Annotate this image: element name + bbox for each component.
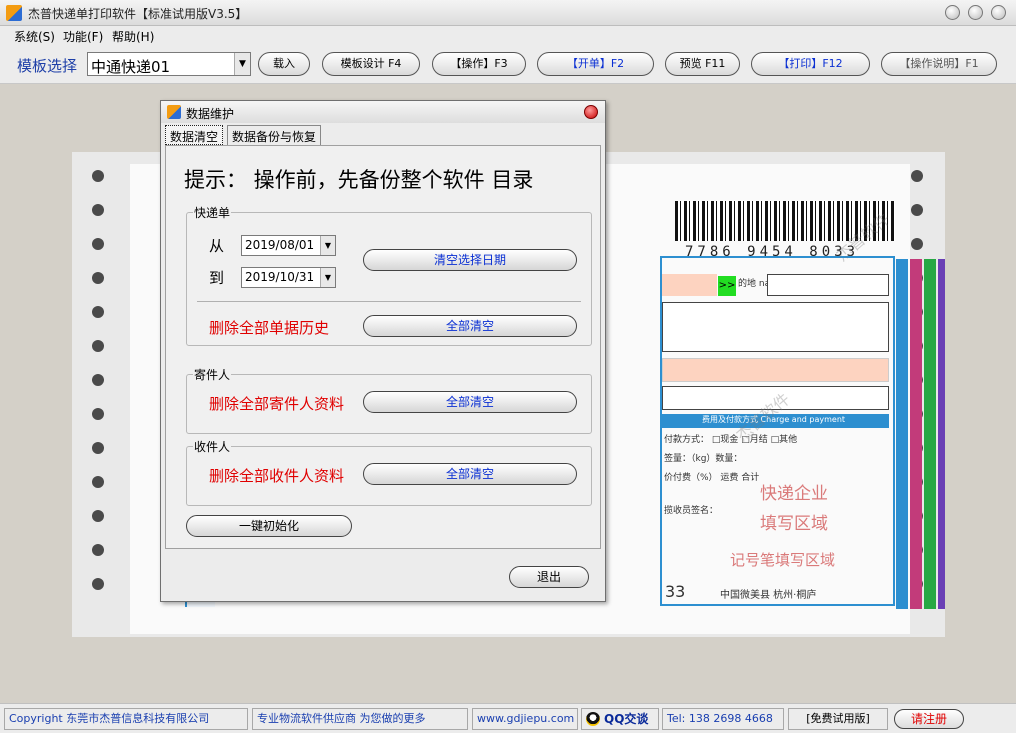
tip-text: 提示： 操作前，先备份整个软件 目录 — [184, 168, 534, 192]
clear-receiver-button[interactable]: 全部清空 — [363, 463, 577, 485]
dest-input — [767, 274, 889, 296]
preview-button[interactable]: 预览 F11 — [665, 52, 740, 76]
qq-label: QQ交谈 — [604, 712, 649, 726]
menu-system[interactable]: 系统(S) — [14, 28, 55, 45]
template-select-value: 中通快递01 — [91, 58, 171, 76]
chevron-down-icon[interactable]: ▼ — [234, 53, 250, 75]
receiver-group: 收件人 删除全部收件人资料 全部清空 — [186, 438, 592, 506]
register-button[interactable]: 请注册 — [894, 709, 964, 729]
title-bar: 杰普快递单打印软件【标准试用版V3.5】 — [0, 0, 1016, 26]
to-label: 到 — [209, 269, 225, 287]
delete-receiver-label: 删除全部收件人资料 — [209, 467, 345, 485]
website-link[interactable]: www.gdjiepu.com — [472, 708, 578, 730]
new-order-button[interactable]: 【开单】F2 — [537, 52, 654, 76]
courier-area-text: 快递企业 — [760, 484, 828, 504]
delete-sender-label: 删除全部寄件人资料 — [209, 395, 345, 413]
from-date-value: 2019/08/01 — [245, 238, 315, 252]
status-bar: Copyright 东莞市杰普信息科技有限公司 专业物流软件供应商 为您做的更多… — [0, 703, 1016, 733]
minimize-button[interactable] — [945, 5, 960, 20]
bottom-brand: 中国微美县 杭州·桐庐 — [720, 590, 817, 601]
dialog-close-button[interactable] — [584, 105, 598, 119]
bill-number: 33 — [665, 582, 686, 601]
tab-backup-restore[interactable]: 数据备份与恢复 — [227, 125, 322, 145]
slogan-text: 专业物流软件供应商 为您做的更多 — [252, 708, 468, 730]
address-input — [662, 302, 889, 352]
to-date-picker[interactable]: 2019/10/31 ▼ — [241, 267, 336, 288]
close-button[interactable] — [991, 5, 1006, 20]
one-click-init-button[interactable]: 一键初始化 — [186, 515, 352, 537]
payment-line: 签量：（kg）数量： — [664, 454, 743, 464]
sender-group: 寄件人 删除全部寄件人资料 全部清空 — [186, 366, 592, 434]
help-doc-button[interactable]: 【操作说明】F1 — [881, 52, 997, 76]
chevron-down-icon[interactable]: ▼ — [320, 236, 335, 255]
menu-function[interactable]: 功能(F) — [63, 28, 103, 45]
template-select[interactable]: 中通快递01 ▼ — [87, 52, 251, 76]
to-date-value: 2019/10/31 — [245, 270, 315, 284]
company-field — [662, 358, 889, 382]
template-design-button[interactable]: 模板设计 F4 — [322, 52, 420, 76]
clear-sender-button[interactable]: 全部清空 — [363, 391, 577, 413]
phone-text: Tel: 138 2698 4668 — [662, 708, 784, 730]
dialog-title: 数据维护 — [186, 107, 235, 121]
sender-group-label: 寄件人 — [193, 366, 232, 383]
clear-history-button[interactable]: 全部清空 — [363, 315, 577, 337]
qq-icon — [586, 712, 600, 726]
dest-field — [662, 274, 717, 296]
receiver-group-label: 收件人 — [193, 438, 232, 455]
load-button[interactable]: 载入 — [258, 52, 310, 76]
menu-bar: 系统(S) 功能(F) 帮助(H) — [0, 26, 1016, 44]
data-clear-panel: 提示： 操作前，先备份整个软件 目录 快递单 从 2019/08/01 ▼ 到 … — [165, 145, 601, 549]
separator — [197, 301, 581, 302]
qq-chat-button[interactable]: QQ交谈 — [581, 708, 659, 730]
menu-help[interactable]: 帮助(H) — [112, 28, 154, 45]
feed-holes-left — [92, 170, 106, 612]
maximize-button[interactable] — [968, 5, 983, 20]
chevron-down-icon[interactable]: ▼ — [320, 268, 335, 287]
express-group: 快递单 从 2019/08/01 ▼ 到 2019/10/31 ▼ 清空选择日期… — [186, 204, 592, 346]
payment-line: 付款方式： □现金 □月结 □其他 — [664, 435, 798, 445]
stripe-green — [924, 259, 936, 609]
dialog-titlebar[interactable]: 数据维护 — [161, 101, 605, 123]
courier-fill-text: 填写区域 — [760, 514, 828, 534]
toolbar: 模板选择 中通快递01 ▼ 载入 模板设计 F4 【操作】F3 【开单】F2 预… — [0, 44, 1016, 84]
window-title: 杰普快递单打印软件【标准试用版V3.5】 — [28, 7, 248, 21]
version-badge: [免费试用版] — [788, 708, 888, 730]
stripe-pink — [910, 259, 922, 609]
delete-history-label: 删除全部单据历史 — [209, 319, 330, 337]
data-maintenance-dialog: 数据维护 数据清空 数据备份与恢复 提示： 操作前，先备份整个软件 目录 快递单… — [160, 100, 606, 602]
app-icon — [6, 5, 22, 21]
operate-button[interactable]: 【操作】F3 — [432, 52, 526, 76]
marker-area-text: 记号笔填写区域 — [730, 551, 836, 569]
app-icon — [167, 105, 181, 119]
stripe-blue — [896, 259, 908, 609]
express-group-label: 快递单 — [193, 204, 232, 221]
clear-selected-date-button[interactable]: 清空选择日期 — [363, 249, 577, 271]
from-date-picker[interactable]: 2019/08/01 ▼ — [241, 235, 336, 256]
print-button[interactable]: 【打印】F12 — [751, 52, 870, 76]
template-label: 模板选择 — [17, 57, 78, 75]
arrow-button: >> — [718, 276, 736, 296]
stripe-purple — [938, 259, 945, 609]
tab-data-clear[interactable]: 数据清空 — [165, 125, 224, 145]
exit-button[interactable]: 退出 — [509, 566, 589, 588]
from-label: 从 — [209, 237, 225, 255]
copyright-text: Copyright 东莞市杰普信息科技有限公司 — [4, 708, 248, 730]
